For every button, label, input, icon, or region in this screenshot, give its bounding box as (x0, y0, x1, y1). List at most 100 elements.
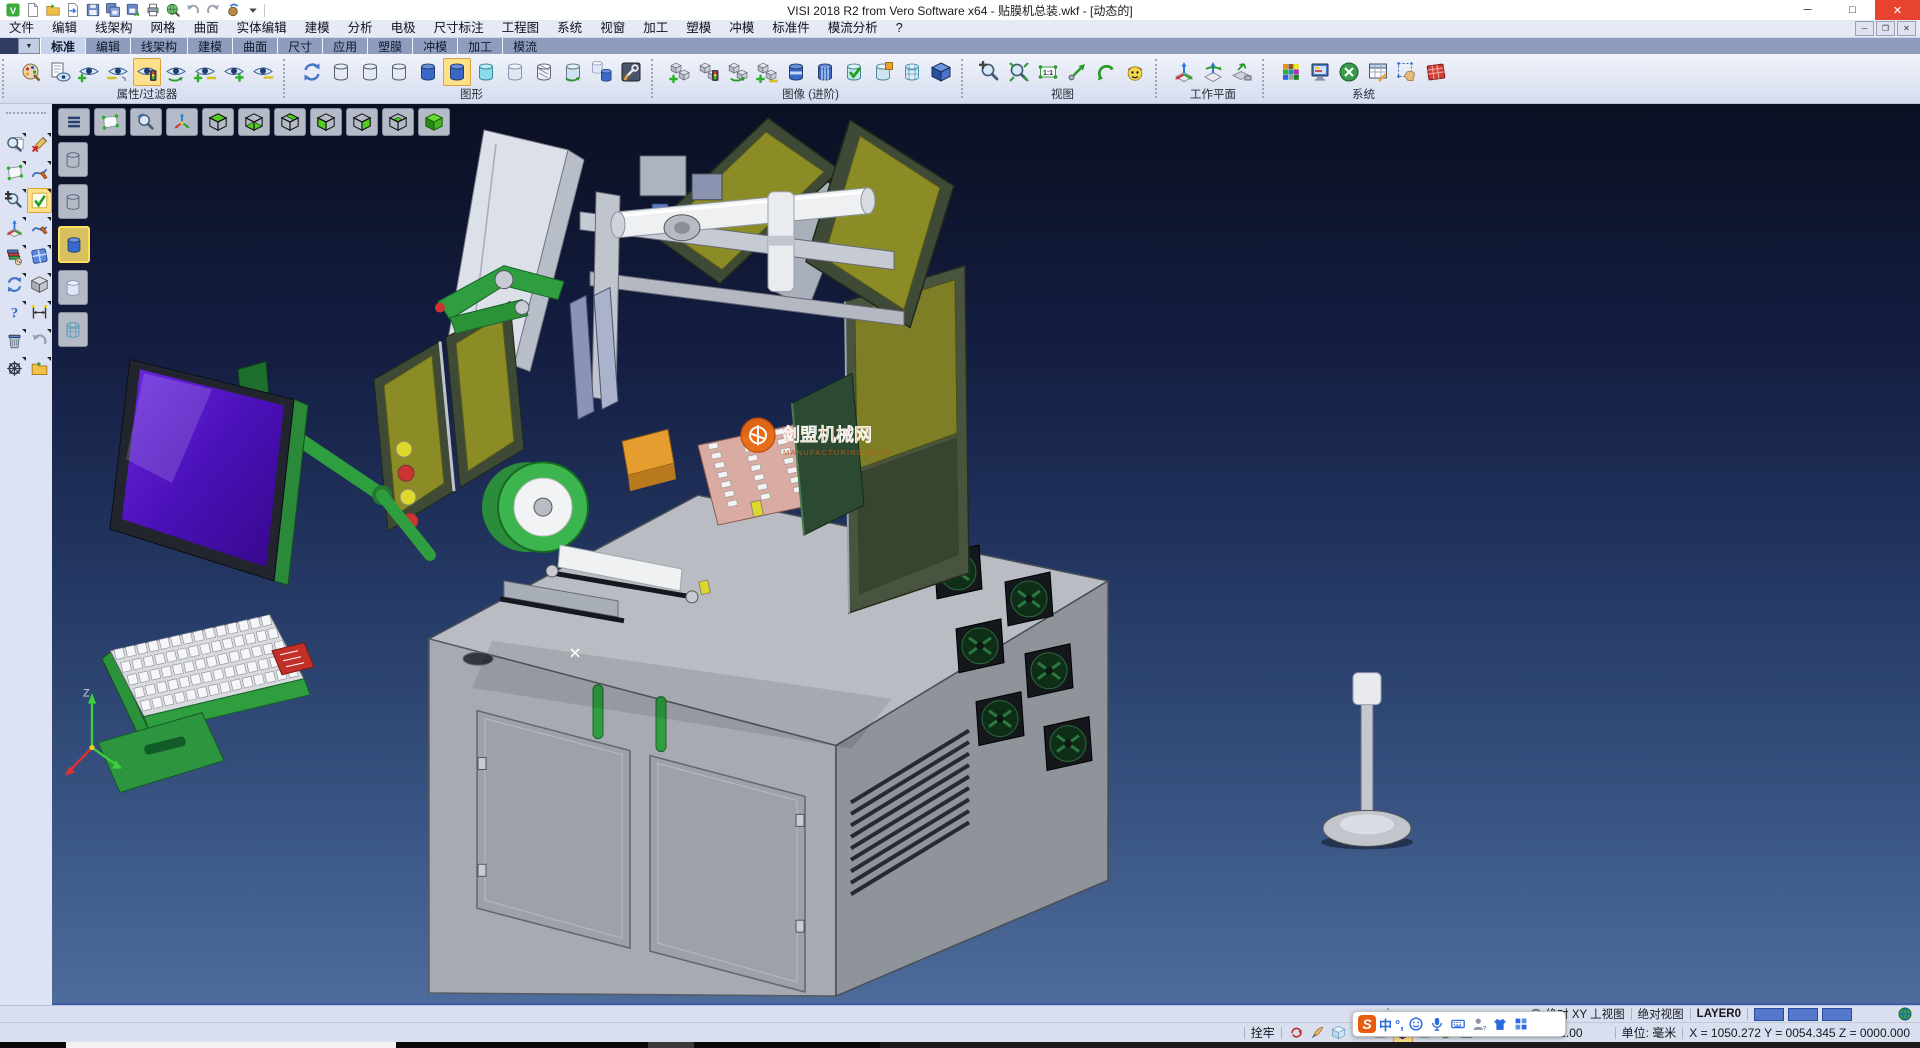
preview-attributes-icon[interactable] (46, 58, 74, 86)
menu-item-15[interactable]: 冲模 (720, 20, 763, 37)
ime-skin-icon[interactable] (1491, 1015, 1509, 1033)
render-shaded-icon[interactable] (58, 226, 90, 263)
solid-tool-icon[interactable] (27, 272, 52, 297)
toggle-visibility-icon[interactable] (191, 58, 219, 86)
menu-item-11[interactable]: 系统 (548, 20, 591, 37)
ime-mic-icon[interactable] (1428, 1015, 1446, 1033)
snap-history-icon[interactable] (1288, 1024, 1306, 1042)
selection-grid-icon[interactable] (1393, 58, 1421, 86)
attribute-books-icon[interactable] (2, 244, 27, 269)
ribbon-tab-6[interactable]: 应用 (322, 38, 367, 54)
ime-language-toggle[interactable]: 中 (1379, 1015, 1392, 1034)
ribbon-tab-3[interactable]: 建模 (187, 38, 232, 54)
undo-tool-icon[interactable] (27, 328, 52, 353)
menu-item-13[interactable]: 加工 (634, 20, 677, 37)
system-options-icon[interactable] (1335, 58, 1363, 86)
ribbon-tab-10[interactable]: 模流 (502, 38, 547, 54)
taskbar-app-indicator[interactable] (648, 1042, 694, 1048)
measure-tool-icon[interactable] (27, 300, 52, 325)
shaded-view-icon[interactable] (414, 58, 442, 86)
help-tool-icon[interactable]: ? (2, 300, 27, 325)
menu-item-5[interactable]: 实体编辑 (228, 20, 296, 37)
ribbon-tab-0[interactable]: 标准 (40, 38, 85, 54)
ime-person-icon[interactable]: ? (1470, 1015, 1488, 1033)
ime-smiley-icon[interactable] (1407, 1015, 1425, 1033)
taskbar-search-box[interactable] (66, 1042, 396, 1048)
menu-item-10[interactable]: 工程图 (493, 20, 549, 37)
striped-solid-icon[interactable] (811, 58, 839, 86)
menu-item-18[interactable]: ? (887, 20, 912, 37)
attributes-palette-icon[interactable] (17, 58, 45, 86)
toolbar-grip[interactable] (961, 59, 970, 98)
lock-label[interactable]: 拴牢 (1251, 1024, 1275, 1041)
zoom-options-tool-icon[interactable] (2, 188, 27, 213)
regen-graphics-icon[interactable] (559, 58, 587, 86)
file-browser-icon[interactable] (27, 356, 52, 381)
globe-icon[interactable] (1898, 1007, 1912, 1021)
hide-entities-icon[interactable] (104, 58, 132, 86)
table-settings-icon[interactable] (1364, 58, 1392, 86)
mdi-close-button[interactable]: ✕ (1897, 21, 1916, 36)
transparent-view-icon[interactable] (501, 58, 529, 86)
toolbar-grip[interactable] (1262, 59, 1271, 98)
view-top-icon[interactable] (202, 108, 234, 136)
delete-tool-icon[interactable] (2, 328, 27, 353)
view-back-icon[interactable] (274, 108, 306, 136)
menu-item-8[interactable]: 电极 (382, 20, 425, 37)
copy-graphics-icon[interactable] (588, 58, 616, 86)
zoom-extents-icon[interactable] (1005, 58, 1033, 86)
layer-swatch-1[interactable] (1754, 1008, 1784, 1021)
shaded-edges-view-icon[interactable] (443, 58, 471, 86)
render-ghost-icon[interactable] (58, 270, 88, 305)
windows-taskbar[interactable] (0, 1042, 1920, 1048)
hide-all-icon[interactable] (249, 58, 277, 86)
menu-item-14[interactable]: 塑模 (677, 20, 720, 37)
print-icon[interactable] (144, 2, 161, 19)
layer-swatch-3[interactable] (1822, 1008, 1852, 1021)
ime-logo-icon[interactable]: S (1358, 1015, 1376, 1033)
view-right-icon[interactable] (346, 108, 378, 136)
zoom-in-icon[interactable] (976, 58, 1004, 86)
hidden-line-view-icon[interactable] (356, 58, 384, 86)
view-zoom-icon[interactable] (130, 108, 162, 136)
zoom-1-1-icon[interactable]: 1:1 (1034, 58, 1062, 86)
minimize-button[interactable]: ─ (1785, 0, 1830, 20)
ime-toolbar[interactable]: S 中 °, ? (1352, 1011, 1566, 1037)
plane-frame-tool-icon[interactable] (2, 160, 27, 185)
ribbon-tab-2[interactable]: 线架构 (130, 38, 187, 54)
menu-item-16[interactable]: 标准件 (763, 20, 819, 37)
menu-item-9[interactable]: 尺寸标注 (425, 20, 493, 37)
dynamic-view-icon[interactable] (1063, 58, 1091, 86)
images-filter-icon[interactable] (695, 58, 723, 86)
render-hatched-icon[interactable] (58, 312, 88, 347)
ghost-view-icon[interactable] (472, 58, 500, 86)
refresh-images-icon[interactable] (724, 58, 752, 86)
zoom-search-tool-icon[interactable] (2, 132, 27, 157)
menu-item-0[interactable]: 文件 (0, 20, 43, 37)
ribbon-tab-7[interactable]: 塑膜 (367, 38, 412, 54)
mdi-restore-button[interactable]: ❐ (1876, 21, 1895, 36)
menu-item-3[interactable]: 网格 (142, 20, 185, 37)
import-file-icon[interactable] (64, 2, 81, 19)
workplane-align-icon[interactable] (1228, 58, 1256, 86)
view-left-icon[interactable] (310, 108, 342, 136)
view-iso-icon[interactable] (382, 108, 414, 136)
open-file-icon[interactable] (44, 2, 61, 19)
validate-tool-icon[interactable] (27, 188, 52, 213)
menu-item-12[interactable]: 视窗 (591, 20, 634, 37)
ribbon-tab-5[interactable]: 尺寸 (277, 38, 322, 54)
render-hidden-icon[interactable] (58, 184, 88, 219)
workplane-rotate-icon[interactable] (1199, 58, 1227, 86)
save-sync-icon[interactable] (124, 2, 141, 19)
shaded-cube-icon[interactable] (927, 58, 955, 86)
curve-edit-tool-icon[interactable] (27, 216, 52, 241)
ribbon-tab-9[interactable]: 加工 (457, 38, 502, 54)
graphics-viewport[interactable]: 剑盟机械网 MANUFACTURING DATA Z (52, 104, 1920, 1005)
erase-tool-icon[interactable] (27, 132, 52, 157)
annotation-feather-icon[interactable] (1309, 1024, 1327, 1042)
color-palette-icon[interactable] (1277, 58, 1305, 86)
render-wireframe-icon[interactable] (58, 142, 88, 177)
layer-swatch-2[interactable] (1788, 1008, 1818, 1021)
menu-item-1[interactable]: 编辑 (43, 20, 86, 37)
view-bottom-icon[interactable] (238, 108, 270, 136)
